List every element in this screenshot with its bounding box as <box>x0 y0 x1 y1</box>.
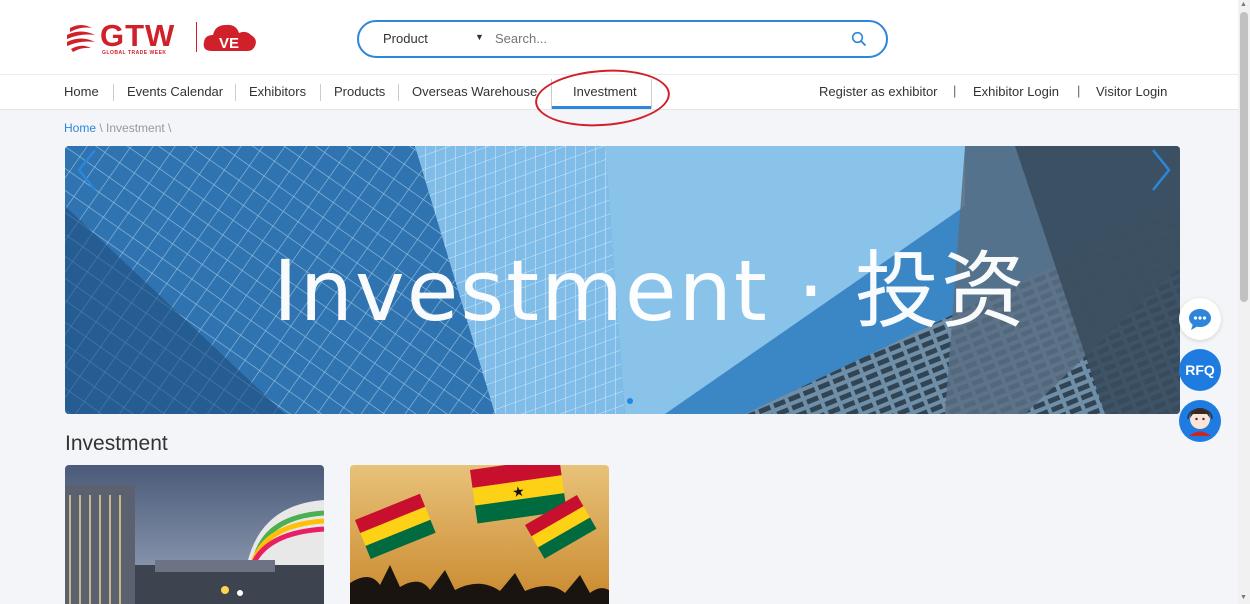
gtw-logo[interactable]: GTW GLOBAL TRADE WEEK VE <box>64 18 264 58</box>
scroll-up-arrow-icon[interactable]: ▲ <box>1240 1 1247 8</box>
main-nav: Home Events Calendar Exhibitors Products… <box>0 74 1238 110</box>
nav-divider <box>113 84 114 101</box>
scrollbar-thumb[interactable] <box>1240 12 1248 302</box>
nav-separator: | <box>1077 83 1081 98</box>
logo-subtitle: GLOBAL TRADE WEEK <box>102 50 167 56</box>
rfq-button[interactable]: RFQ <box>1179 349 1221 391</box>
nav-divider <box>320 84 321 101</box>
nav-item-investment[interactable]: Investment <box>573 84 637 99</box>
investment-card[interactable]: ★ <box>350 465 609 604</box>
nav-item-exhibitors[interactable]: Exhibitors <box>249 84 306 99</box>
section-title: Investment <box>65 432 168 455</box>
customer-service-button[interactable] <box>1179 400 1221 442</box>
hero-banner-carousel[interactable]: Investment · 投资 <box>65 146 1180 414</box>
banner-title: Investment · 投资 <box>273 242 1027 340</box>
register-exhibitor-link[interactable]: Register as exhibitor <box>819 84 938 99</box>
search-input[interactable] <box>495 31 795 46</box>
logo-text: GTW <box>100 18 176 53</box>
ve-cloud-badge-icon: VE <box>203 24 256 52</box>
nav-item-events-calendar[interactable]: Events Calendar <box>127 84 223 99</box>
visitor-login-link[interactable]: Visitor Login <box>1096 84 1167 99</box>
breadcrumb: Home \ Investment \ <box>64 121 171 135</box>
top-header: GTW GLOBAL TRADE WEEK VE Product ▼ <box>0 0 1238 74</box>
card-image-ghana-flags: ★ <box>350 465 609 604</box>
card-image-convention-center <box>65 465 324 604</box>
nav-separator: | <box>953 83 957 98</box>
search-bar: Product ▼ <box>357 20 888 58</box>
svg-text:★: ★ <box>511 483 526 501</box>
customer-service-avatar-icon <box>1187 408 1213 436</box>
logo-divider <box>196 22 197 52</box>
search-icon[interactable] <box>851 31 867 47</box>
nav-item-home[interactable]: Home <box>64 84 99 99</box>
caret-down-icon[interactable]: ▼ <box>475 32 484 42</box>
exhibitor-login-link[interactable]: Exhibitor Login <box>973 84 1059 99</box>
gtw-globe-icon <box>67 25 95 52</box>
chat-bubble-icon <box>1189 309 1211 330</box>
carousel-next-arrow-icon[interactable] <box>1145 146 1175 194</box>
carousel-indicator-dot[interactable] <box>627 398 633 404</box>
nav-item-overseas-warehouse[interactable]: Overseas Warehouse <box>412 84 537 99</box>
nav-divider <box>235 84 236 101</box>
nav-divider <box>398 84 399 101</box>
investment-card[interactable] <box>65 465 324 604</box>
nav-active-underline <box>552 106 651 109</box>
scroll-down-arrow-icon[interactable]: ▼ <box>1240 594 1247 601</box>
search-category-select[interactable]: Product <box>383 31 428 46</box>
breadcrumb-home-link[interactable]: Home <box>64 121 96 135</box>
nav-item-products[interactable]: Products <box>334 84 385 99</box>
logo-badge-text: VE <box>219 35 239 52</box>
breadcrumb-rest: \ Investment \ <box>96 121 172 135</box>
page-scrollbar[interactable]: ▲ ▼ <box>1238 0 1250 604</box>
carousel-prev-arrow-icon[interactable] <box>73 146 103 194</box>
chat-button[interactable] <box>1179 298 1221 340</box>
